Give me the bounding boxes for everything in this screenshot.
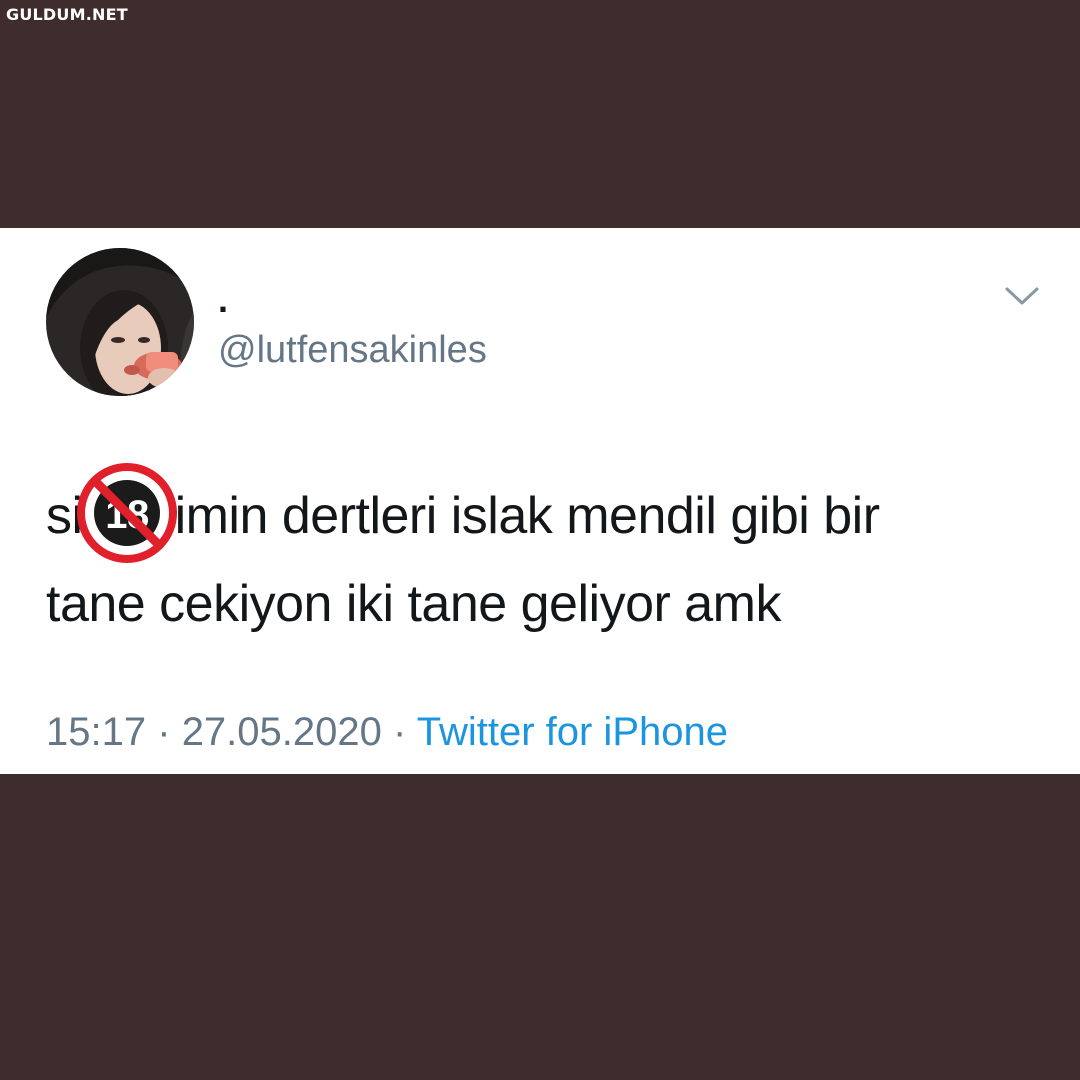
tweet-text-rest: imin dertleri islak mendil gibi bir	[174, 487, 880, 545]
site-watermark: GULDUM.NET	[6, 5, 128, 24]
tweet-text-line-2: tane cekiyon iki tane geliyor amk	[46, 575, 782, 633]
display-name[interactable]: .	[218, 280, 228, 320]
no-under-eighteen-icon: 18	[75, 461, 179, 565]
user-avatar[interactable]	[46, 248, 194, 396]
tweet-date[interactable]: 27.05.2020	[182, 710, 382, 754]
avatar-photo	[46, 248, 194, 396]
tweet-source-link[interactable]: Twitter for iPhone	[417, 710, 728, 754]
tweet-text-line-1: si 18 imin dertleri islak mendil gibi bi…	[46, 463, 1046, 564]
chevron-down-icon[interactable]	[1003, 284, 1041, 308]
tweet-text: si 18 imin dertleri islak mendil gibi bi…	[46, 463, 1046, 648]
meta-separator: ·	[393, 710, 407, 754]
tweet-time[interactable]: 15:17	[46, 710, 146, 754]
user-handle[interactable]: @lutfensakinles	[218, 327, 487, 373]
tweet-meta: 15:17 · 27.05.2020 · Twitter for iPhone	[46, 708, 728, 756]
meta-separator: ·	[157, 710, 171, 754]
tweet-card: . @lutfensakinles si 18 imin dertleri is…	[0, 228, 1080, 774]
